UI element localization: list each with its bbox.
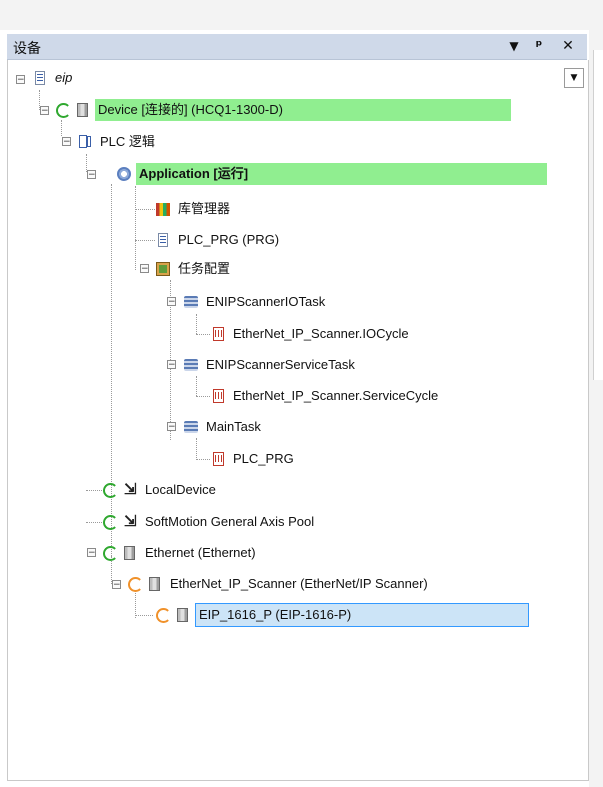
collapse-toggle[interactable]: − [62,137,71,147]
top-toolbar-strip [0,0,603,30]
tree-item-application[interactable]: Application [运行] [102,162,547,186]
tree-item-device[interactable]: Device [连接的] (HCQ1-1300-D) [55,98,511,122]
collapse-toggle[interactable]: − [87,548,96,558]
tree-item-label: Application [运行] [136,163,547,185]
ethernet-device-icon [122,545,138,561]
axis-pool-icon [122,512,138,530]
online-status-icon [55,102,71,118]
collapse-toggle[interactable]: − [167,422,176,432]
task-icon [183,357,199,373]
online-status-icon [102,482,118,498]
tree-item-label: SoftMotion General Axis Pool [145,514,315,529]
project-icon [32,70,48,86]
status-warning-icon [155,607,171,623]
devices-panel-titlebar: 设备 ▼ ᵖ ✕ [7,34,587,60]
tree-item-label: ENIPScannerServiceTask [206,357,355,372]
tree-item-io-cycle[interactable]: EtherNet_IP_Scanner.IOCycle [210,322,412,346]
application-gear-icon [116,166,132,182]
tree-item-enip-io-task[interactable]: ENIPScannerIOTask [183,290,328,314]
tree-item-label: MainTask [206,419,261,434]
plc-logic-icon [77,134,93,150]
tree-item-main-task-prg[interactable]: PLC_PRG [210,447,297,471]
tree-dropdown-button[interactable]: ▼ [564,68,584,88]
panel-title: 设备 [13,41,41,57]
tree-item-label: eip [55,70,73,85]
collapse-toggle[interactable]: − [167,297,176,307]
task-icon [183,294,199,310]
tree-item-label: PLC_PRG (PRG) [178,232,280,247]
collapse-toggle[interactable]: − [40,106,49,116]
close-icon[interactable]: ✕ [558,36,578,56]
task-config-icon [155,261,171,277]
right-panel-edge [593,50,603,380]
library-icon [155,201,171,217]
collapse-toggle[interactable]: − [140,264,149,274]
online-status-icon [102,545,118,561]
device-icon [75,102,91,118]
tree-item-local-device[interactable]: LocalDevice [102,478,219,502]
program-call-icon [210,388,226,404]
pin-icon[interactable]: ᵖ [529,36,549,56]
tree-item-eip-1616[interactable]: EIP_1616_P (EIP-1616-P) [155,603,529,627]
tree-item-label: EtherNet_IP_Scanner.IOCycle [233,326,409,341]
scanner-device-icon [147,576,163,592]
tree-item-label: PLC 逻辑 [100,134,155,149]
task-icon [183,419,199,435]
online-status-icon [102,514,118,530]
tree-item-project[interactable]: eip [32,66,75,90]
status-warning-icon [127,576,143,592]
tree-item-label: EIP_1616_P (EIP-1616-P) [195,603,529,627]
local-device-icon [122,480,138,498]
tree-item-ethernet[interactable]: Ethernet (Ethernet) [102,541,259,565]
tree-item-softmotion[interactable]: SoftMotion General Axis Pool [102,510,317,534]
collapse-toggle[interactable]: − [87,170,96,180]
program-call-icon [210,326,226,342]
tree-item-label: LocalDevice [145,482,216,497]
tree-item-enip-scanner[interactable]: EtherNet_IP_Scanner (EtherNet/IP Scanner… [127,572,431,596]
tree-item-service-cycle[interactable]: EtherNet_IP_Scanner.ServiceCycle [210,384,441,408]
panel-menu-dropdown-icon[interactable]: ▼ [504,36,524,56]
tree-item-label: Ethernet (Ethernet) [145,545,256,560]
tree-item-library-manager[interactable]: 库管理器 [155,197,233,221]
collapse-toggle[interactable]: − [167,360,176,370]
tree-item-plc-prg[interactable]: PLC_PRG (PRG) [155,228,282,252]
tree-item-label: 库管理器 [178,201,231,216]
tree-item-label: 任务配置 [178,261,231,276]
collapse-toggle[interactable]: − [16,75,25,85]
tree-item-label: EtherNet_IP_Scanner.ServiceCycle [233,388,439,403]
program-doc-icon [155,232,171,248]
tree-item-label: ENIPScannerIOTask [206,294,326,309]
collapse-toggle[interactable]: − [112,580,121,590]
tree-item-enip-service-task[interactable]: ENIPScannerServiceTask [183,353,358,377]
tree-item-task-config[interactable]: 任务配置 [155,257,233,281]
io-module-icon [175,607,191,623]
right-side-strip [589,30,603,787]
tree-item-main-task[interactable]: MainTask [183,415,264,439]
program-call-icon [210,451,226,467]
tree-item-label: EtherNet_IP_Scanner (EtherNet/IP Scanner… [170,576,428,591]
tree-item-plc-logic[interactable]: PLC 逻辑 [77,130,158,154]
tree-item-label: Device [连接的] (HCQ1-1300-D) [95,99,511,121]
tree-item-label: PLC_PRG [233,451,294,466]
